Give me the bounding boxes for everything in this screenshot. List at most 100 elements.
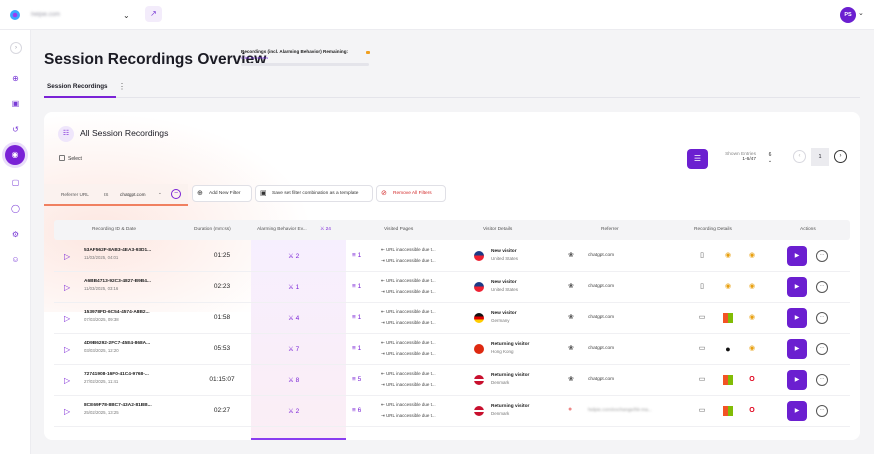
chevron-down-icon[interactable]: ⌄	[858, 9, 864, 17]
next-page-button[interactable]: ›	[834, 150, 847, 163]
table-row[interactable]: ▷ 4D9B6292-2FC7-45E4-868A... 03/03/2025,…	[54, 334, 850, 365]
filter-chip-referrer[interactable]: Referrer URL IS chatgpt.com ⌄ −	[44, 184, 188, 206]
exit-icon: ⇥	[381, 351, 385, 356]
recording-id[interactable]: 8CE69F78-8BC7-43A2-81BB...	[84, 403, 152, 408]
more-options-icon[interactable]: ⋯	[816, 374, 828, 386]
sidebar-item-clipboard[interactable]: ▣	[8, 96, 23, 111]
exit-page-url: URL inaccessible due t...	[386, 351, 436, 356]
sidebar-item-users[interactable]: ☺	[8, 252, 23, 267]
more-options-icon[interactable]: ⋯	[816, 405, 828, 417]
column-header-actions: Actions	[800, 227, 816, 232]
recording-id[interactable]: 153978FD-6C54-4574-A8B2...	[84, 310, 150, 315]
play-recording-button[interactable]: ▶	[787, 246, 807, 266]
sidebar-item-settings[interactable]: ⚙	[8, 227, 23, 242]
recording-id[interactable]: A6BB4713-92C3-4827-B9B4...	[84, 279, 151, 284]
desktop-icon: ▭	[698, 376, 706, 383]
alarming-count[interactable]: ⚔ 2	[288, 407, 299, 415]
alarming-count[interactable]: ⚔ 2	[288, 252, 299, 260]
alarm-icon: ⚔	[288, 377, 294, 384]
alarming-count[interactable]: ⚔ 1	[288, 283, 299, 291]
page-title: Session Recordings Overview	[44, 51, 267, 68]
stack-icon: ≡	[352, 376, 356, 383]
table-row[interactable]: ▷ A6BB4713-92C3-4827-B9B4... 11/03/2025,…	[54, 272, 850, 303]
tab-session-recordings[interactable]: Session Recordings	[47, 83, 108, 90]
external-link-icon[interactable]: ↗	[145, 6, 162, 22]
add-filter-button[interactable]: ⊕ Add New Filter	[192, 185, 252, 202]
column-header-referrer[interactable]: Referrer	[601, 227, 619, 232]
column-settings-icon[interactable]: ☰	[687, 149, 708, 169]
recording-id[interactable]: 72741908-16F0-41C4-9768-...	[84, 372, 149, 377]
more-options-icon[interactable]: ⋯	[816, 312, 828, 324]
video-icon: ▷	[64, 407, 71, 416]
more-options-icon[interactable]: ⋯	[816, 343, 828, 355]
pages-count[interactable]: ≡ 1	[352, 314, 361, 321]
recordings-quota[interactable]: Recordings (incl. Alarming Behavior) Rem…	[241, 49, 371, 66]
recording-date: 03/03/2025, 12:20	[84, 348, 119, 353]
chevron-down-icon[interactable]: ⌄	[158, 190, 162, 196]
play-recording-button[interactable]: ▶	[787, 339, 807, 359]
pages-count[interactable]: ≡ 1	[352, 283, 361, 290]
pages-count[interactable]: ≡ 1	[352, 252, 361, 259]
exit-page-url: URL inaccessible due t...	[386, 289, 436, 294]
alarming-count[interactable]: ⚔ 8	[288, 376, 299, 384]
play-recording-button[interactable]: ▶	[787, 308, 807, 328]
alarm-icon: ⚔	[288, 253, 294, 260]
remove-filters-label: Remove All Filters	[393, 191, 432, 196]
pages-count[interactable]: ≡ 1	[352, 345, 361, 352]
kebab-menu-icon[interactable]: ⋮	[118, 82, 126, 91]
entry-page: ⇤ URL inaccessible due t...	[381, 247, 436, 253]
pages-count[interactable]: ≡ 5	[352, 376, 361, 383]
table-row[interactable]: ▷ 53AF562F-8AB3-4EA3-93D1... 11/03/2025,…	[54, 241, 850, 272]
desktop-icon: ▭	[698, 407, 706, 414]
avatar[interactable]: PS	[840, 7, 856, 23]
sidebar-item-funnel[interactable]: ↺	[8, 122, 23, 137]
sidebar-item-analytics[interactable]: ⊕	[8, 71, 23, 86]
previous-page-button[interactable]: ‹	[793, 150, 806, 163]
alarming-count[interactable]: ⚔ 7	[288, 345, 299, 353]
entry-icon: ⇤	[381, 247, 385, 252]
remove-all-filters-button[interactable]: ⊘ Remove All Filters	[376, 185, 446, 202]
select-checkbox[interactable]	[59, 155, 65, 161]
alarming-total-badge: ⚔ 24	[320, 227, 331, 232]
current-page[interactable]: 1	[811, 148, 829, 166]
sidebar-item-recordings[interactable]: ◉	[5, 145, 25, 165]
column-header-visitor[interactable]: Visitor Details	[483, 227, 512, 232]
recording-id[interactable]: 53AF562F-8AB3-4EA3-93D1...	[84, 248, 151, 253]
sidebar-item-shield[interactable]: ◯	[8, 201, 23, 216]
site-selector[interactable]: helpie.com ⌄	[27, 9, 137, 22]
windows-icon	[723, 406, 733, 416]
remove-filter-icon[interactable]: −	[171, 189, 181, 199]
column-header-visited-pages[interactable]: Visited Pages	[384, 227, 413, 232]
table-row[interactable]: ▷ 8CE69F78-8BC7-43A2-81BB... 25/02/2025,…	[54, 396, 850, 427]
alarm-icon: ⚔	[288, 284, 294, 291]
play-recording-button[interactable]: ▶	[787, 370, 807, 390]
recordings-card: ☷ All Session Recordings Select ☰ Shown …	[44, 112, 860, 440]
tab-bar: Session Recordings ⋮	[44, 78, 860, 98]
column-header-alarming[interactable]: Alarming Behavior Ev...	[257, 227, 307, 232]
column-header-recording-details[interactable]: Recording Details	[694, 227, 732, 232]
germany-flag-icon	[474, 313, 484, 323]
more-options-icon[interactable]: ⋯	[816, 281, 828, 293]
page-size-select[interactable]: 6 ⌄	[764, 152, 776, 164]
column-header-id-date[interactable]: Recording ID & Date	[92, 227, 136, 232]
favicon-icon: ●	[568, 406, 573, 413]
quota-details-link[interactable]: Click for details	[241, 55, 371, 60]
play-recording-button[interactable]: ▶	[787, 277, 807, 297]
alarming-count[interactable]: ⚔ 4	[288, 314, 299, 322]
pages-value: 1	[357, 252, 362, 259]
select-dropdown[interactable]: Select	[55, 152, 99, 165]
referrer-url: helpie.com/exchange/hk-ma...	[588, 408, 652, 413]
recording-id[interactable]: 4D9B6292-2FC7-45E4-868A...	[84, 341, 150, 346]
sidebar-item-feedback[interactable]: ▢	[8, 175, 23, 190]
play-recording-button[interactable]: ▶	[787, 401, 807, 421]
duration: 02:23	[213, 283, 231, 290]
table-row[interactable]: ▷ 72741908-16F0-41C4-9768-... 27/02/2025…	[54, 365, 850, 396]
select-label: Select	[68, 155, 82, 162]
save-filter-template-button[interactable]: ▣ Save set filter combination as a templ…	[255, 185, 373, 202]
pages-count[interactable]: ≡ 6	[352, 407, 361, 414]
chrome-icon: ◉	[724, 283, 732, 290]
more-options-icon[interactable]: ⋯	[816, 250, 828, 262]
collapse-sidebar-icon[interactable]: ›	[10, 42, 22, 54]
column-header-duration[interactable]: Duration (mm:ss)	[194, 227, 231, 232]
table-row[interactable]: ▷ 153978FD-6C54-4574-A8B2... 07/03/2025,…	[54, 303, 850, 334]
